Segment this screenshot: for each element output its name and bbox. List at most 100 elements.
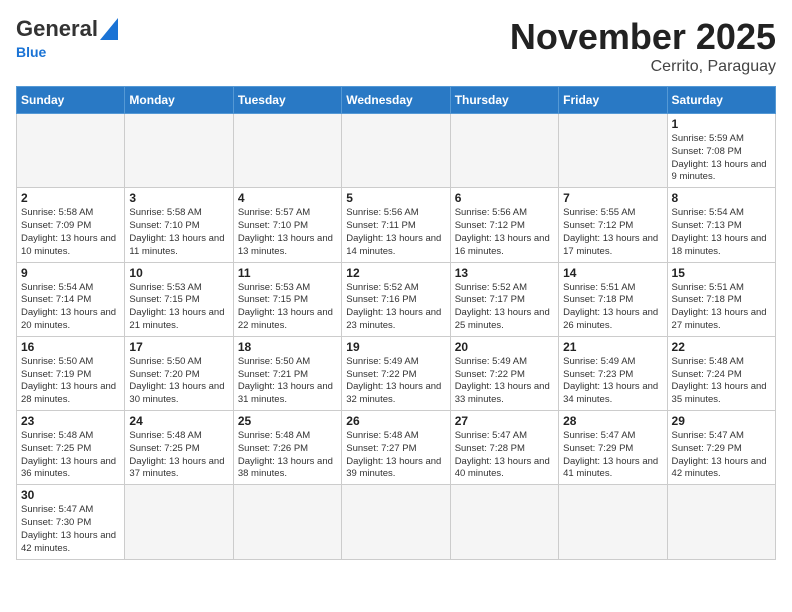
day-info: Sunrise: 5:47 AMSunset: 7:28 PMDaylight:… — [455, 430, 554, 481]
day-number: 5 — [346, 191, 445, 205]
day-info: Sunrise: 5:47 AMSunset: 7:29 PMDaylight:… — [563, 430, 662, 481]
day-number: 4 — [238, 191, 337, 205]
table-row: 7Sunrise: 5:55 AMSunset: 7:12 PMDaylight… — [559, 188, 667, 262]
col-friday: Friday — [559, 87, 667, 114]
calendar-body: 1 Sunrise: 5:59 AMSunset: 7:08 PMDaylight… — [17, 114, 776, 560]
col-tuesday: Tuesday — [233, 87, 341, 114]
title-area: November 2025 Cerrito, Paraguay — [510, 16, 776, 76]
logo-triangle-icon — [100, 18, 118, 40]
day-number: 13 — [455, 266, 554, 280]
table-row: 14Sunrise: 5:51 AMSunset: 7:18 PMDayligh… — [559, 262, 667, 336]
table-row — [450, 485, 558, 559]
day-info: Sunrise: 5:50 AMSunset: 7:20 PMDaylight:… — [129, 356, 228, 407]
location-title: Cerrito, Paraguay — [510, 58, 776, 76]
table-row — [125, 485, 233, 559]
day-info: Sunrise: 5:48 AMSunset: 7:25 PMDaylight:… — [129, 430, 228, 481]
table-row: 23 Sunrise: 5:48 AMSunset: 7:25 PMDayligh… — [17, 411, 125, 485]
day-number: 27 — [455, 414, 554, 428]
table-row — [342, 114, 450, 188]
day-info: Sunrise: 5:51 AMSunset: 7:18 PMDaylight:… — [563, 282, 662, 333]
day-info: Sunrise: 5:58 AMSunset: 7:09 PMDaylight:… — [21, 207, 120, 258]
table-row — [450, 114, 558, 188]
table-row: 6 Sunrise: 5:56 AMSunset: 7:12 PMDaylight… — [450, 188, 558, 262]
day-number: 24 — [129, 414, 228, 428]
day-info: Sunrise: 5:53 AMSunset: 7:15 PMDaylight:… — [129, 282, 228, 333]
col-wednesday: Wednesday — [342, 87, 450, 114]
day-number: 10 — [129, 266, 228, 280]
table-row: 16Sunrise: 5:50 AMSunset: 7:19 PMDayligh… — [17, 336, 125, 410]
day-info: Sunrise: 5:48 AMSunset: 7:27 PMDaylight:… — [346, 430, 445, 481]
logo-blue-text: Blue — [16, 44, 46, 60]
table-row — [559, 485, 667, 559]
day-info: Sunrise: 5:54 AMSunset: 7:14 PMDaylight:… — [21, 282, 120, 333]
table-row — [559, 114, 667, 188]
day-number: 11 — [238, 266, 337, 280]
day-info: Sunrise: 5:55 AMSunset: 7:12 PMDaylight:… — [563, 207, 662, 258]
table-row: 2Sunrise: 5:58 AMSunset: 7:09 PMDaylight… — [17, 188, 125, 262]
day-number: 22 — [672, 340, 771, 354]
calendar-header: Sunday Monday Tuesday Wednesday Thursday… — [17, 87, 776, 114]
day-info: Sunrise: 5:54 AMSunset: 7:13 PMDaylight:… — [672, 207, 771, 258]
day-info: Sunrise: 5:56 AMSunset: 7:11 PMDaylight:… — [346, 207, 445, 258]
day-info: Sunrise: 5:50 AMSunset: 7:21 PMDaylight:… — [238, 356, 337, 407]
table-row: 22 Sunrise: 5:48 AMSunset: 7:24 PMDayligh… — [667, 336, 775, 410]
col-saturday: Saturday — [667, 87, 775, 114]
day-info: Sunrise: 5:49 AMSunset: 7:23 PMDaylight:… — [563, 356, 662, 407]
table-row: 12 Sunrise: 5:52 AMSunset: 7:16 PMDayligh… — [342, 262, 450, 336]
col-sunday: Sunday — [17, 87, 125, 114]
day-info: Sunrise: 5:49 AMSunset: 7:22 PMDaylight:… — [455, 356, 554, 407]
table-row: 10 Sunrise: 5:53 AMSunset: 7:15 PMDayligh… — [125, 262, 233, 336]
col-thursday: Thursday — [450, 87, 558, 114]
logo: General Blue — [16, 16, 118, 60]
table-row: 29Sunrise: 5:47 AMSunset: 7:29 PMDayligh… — [667, 411, 775, 485]
logo-general-text: General — [16, 16, 98, 42]
table-row: 28Sunrise: 5:47 AMSunset: 7:29 PMDayligh… — [559, 411, 667, 485]
table-row: 18 Sunrise: 5:50 AMSunset: 7:21 PMDayligh… — [233, 336, 341, 410]
table-row — [17, 114, 125, 188]
day-info: Sunrise: 5:47 AMSunset: 7:30 PMDaylight:… — [21, 504, 120, 555]
day-info: Sunrise: 5:47 AMSunset: 7:29 PMDaylight:… — [672, 430, 771, 481]
table-row: 9Sunrise: 5:54 AMSunset: 7:14 PMDaylight… — [17, 262, 125, 336]
table-row: 13 Sunrise: 5:52 AMSunset: 7:17 PMDayligh… — [450, 262, 558, 336]
day-number: 20 — [455, 340, 554, 354]
day-info: Sunrise: 5:52 AMSunset: 7:16 PMDaylight:… — [346, 282, 445, 333]
day-number: 30 — [21, 488, 120, 502]
day-number: 1 — [672, 117, 771, 131]
table-row: 3Sunrise: 5:58 AMSunset: 7:10 PMDaylight… — [125, 188, 233, 262]
day-info: Sunrise: 5:56 AMSunset: 7:12 PMDaylight:… — [455, 207, 554, 258]
day-number: 21 — [563, 340, 662, 354]
table-row: 5 Sunrise: 5:56 AMSunset: 7:11 PMDaylight… — [342, 188, 450, 262]
table-row: 21 Sunrise: 5:49 AMSunset: 7:23 PMDayligh… — [559, 336, 667, 410]
calendar-table: Sunday Monday Tuesday Wednesday Thursday… — [16, 86, 776, 560]
day-number: 15 — [672, 266, 771, 280]
day-info: Sunrise: 5:52 AMSunset: 7:17 PMDaylight:… — [455, 282, 554, 333]
day-number: 17 — [129, 340, 228, 354]
page-header: General Blue November 2025 Cerrito, Para… — [16, 16, 776, 76]
table-row — [125, 114, 233, 188]
day-info: Sunrise: 5:48 AMSunset: 7:25 PMDaylight:… — [21, 430, 120, 481]
day-number: 18 — [238, 340, 337, 354]
table-row — [233, 485, 341, 559]
day-number: 12 — [346, 266, 445, 280]
day-number: 26 — [346, 414, 445, 428]
day-info: Sunrise: 5:50 AMSunset: 7:19 PMDaylight:… — [21, 356, 120, 407]
day-number: 19 — [346, 340, 445, 354]
table-row: 19Sunrise: 5:49 AMSunset: 7:22 PMDayligh… — [342, 336, 450, 410]
table-row: 1 Sunrise: 5:59 AMSunset: 7:08 PMDaylight… — [667, 114, 775, 188]
day-info: Sunrise: 5:48 AMSunset: 7:24 PMDaylight:… — [672, 356, 771, 407]
table-row: 26 Sunrise: 5:48 AMSunset: 7:27 PMDayligh… — [342, 411, 450, 485]
col-monday: Monday — [125, 87, 233, 114]
table-row: 24 Sunrise: 5:48 AMSunset: 7:25 PMDayligh… — [125, 411, 233, 485]
day-info: Sunrise: 5:57 AMSunset: 7:10 PMDaylight:… — [238, 207, 337, 258]
table-row: 27 Sunrise: 5:47 AMSunset: 7:28 PMDayligh… — [450, 411, 558, 485]
day-number: 6 — [455, 191, 554, 205]
day-number: 8 — [672, 191, 771, 205]
table-row — [233, 114, 341, 188]
table-row: 11Sunrise: 5:53 AMSunset: 7:15 PMDayligh… — [233, 262, 341, 336]
day-number: 25 — [238, 414, 337, 428]
day-info: Sunrise: 5:59 AMSunset: 7:08 PMDaylight:… — [672, 133, 771, 184]
day-number: 23 — [21, 414, 120, 428]
day-number: 3 — [129, 191, 228, 205]
table-row: 20 Sunrise: 5:49 AMSunset: 7:22 PMDayligh… — [450, 336, 558, 410]
month-title: November 2025 — [510, 16, 776, 58]
